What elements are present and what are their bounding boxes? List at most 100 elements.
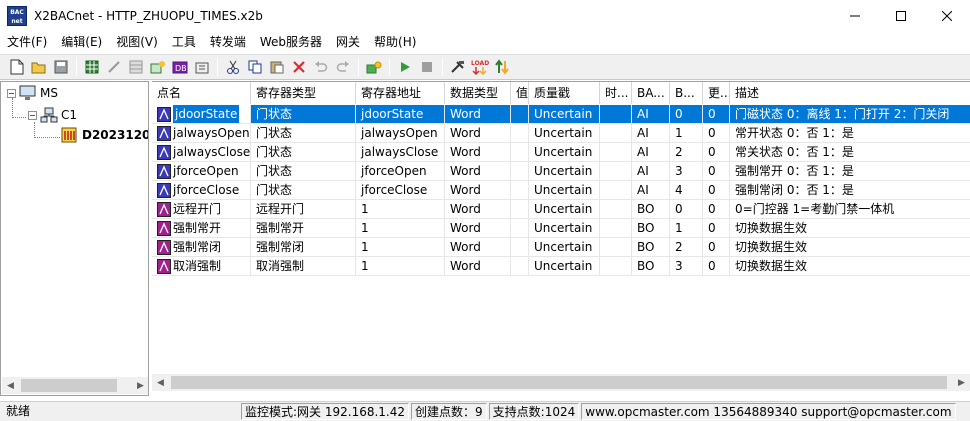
cell-reg-type: 门状态: [251, 162, 356, 181]
menu-web-server[interactable]: Web服务器: [253, 31, 329, 53]
delete-button[interactable]: [288, 56, 310, 78]
redo-button[interactable]: [332, 56, 354, 78]
cell-reg-addr: jforceClose: [356, 181, 445, 200]
minimize-button[interactable]: [832, 0, 878, 31]
cell-name: jforceClose: [152, 181, 251, 200]
cell-ba-type: AI: [632, 143, 670, 162]
tree-horizontal-scrollbar[interactable]: ◀ ▶: [2, 377, 148, 394]
points-grid[interactable]: 点名 寄存器类型 寄存器地址 数据类型 值 质量戳 时... BA... B..…: [152, 81, 970, 396]
cell-reg-addr: jalwaysClose: [356, 143, 445, 162]
paste-button[interactable]: [266, 56, 288, 78]
run-icon: [401, 62, 410, 72]
run-button[interactable]: [394, 56, 416, 78]
paste-icon: [270, 61, 284, 74]
db-button[interactable]: DB: [169, 56, 191, 78]
menu-edit[interactable]: 编辑(E): [54, 31, 109, 53]
menu-gateway[interactable]: 网关: [329, 31, 367, 53]
cell-time: [600, 124, 632, 143]
app-icon: BAC net: [7, 5, 27, 26]
cell-reg-addr: 1: [356, 257, 445, 276]
col-header-data-type[interactable]: 数据类型: [445, 82, 511, 104]
col-header-reg-addr[interactable]: 寄存器地址: [356, 82, 445, 104]
undo-button[interactable]: [310, 56, 332, 78]
menu-file[interactable]: 文件(F): [0, 31, 54, 53]
cell-value: [511, 143, 529, 162]
cell-ba-type: AI: [632, 124, 670, 143]
table-button[interactable]: [125, 56, 147, 78]
grid-horizontal-scrollbar[interactable]: ◀ ▶: [152, 374, 970, 391]
save-icon: [54, 60, 68, 74]
col-header-description[interactable]: 描述: [730, 82, 970, 104]
col-header-ba-instance[interactable]: B...: [670, 82, 703, 104]
col-header-ba-type[interactable]: BA...: [632, 82, 670, 104]
table-row[interactable]: 强制常开 强制常开 1 Word Uncertain BO 1 0 切换数据生效: [152, 219, 970, 238]
cell-data-type: Word: [445, 181, 511, 200]
scroll-right-icon[interactable]: ▶: [132, 377, 148, 394]
binary-output-icon: [157, 259, 171, 274]
scroll-left-icon[interactable]: ◀: [2, 377, 19, 394]
open-button[interactable]: [28, 56, 50, 78]
tree-node-channel[interactable]: − C1: [28, 106, 77, 124]
collapse-icon[interactable]: −: [7, 88, 16, 98]
tree-scroll-thumb[interactable]: [21, 379, 117, 392]
table-row[interactable]: 取消强制 取消强制 1 Word Uncertain BO 3 0 切换数据生效: [152, 257, 970, 276]
cell-name: jdoorState: [152, 105, 251, 124]
copy-button[interactable]: [244, 56, 266, 78]
status-ready: 就绪: [6, 404, 31, 418]
collapse-icon[interactable]: −: [28, 110, 37, 120]
cell-name: 取消强制: [152, 257, 251, 276]
point-name: 强制常开: [173, 221, 222, 235]
save-button[interactable]: [50, 56, 72, 78]
tree-node-device[interactable]: D2023120: [61, 126, 149, 144]
cell-reg-addr: jforceOpen: [356, 162, 445, 181]
cell-quality: Uncertain: [529, 162, 600, 181]
stop-button[interactable]: [416, 56, 438, 78]
cell-reg-type: 门状态: [251, 181, 356, 200]
scroll-left-icon[interactable]: ◀: [152, 374, 169, 391]
tools-button[interactable]: [447, 56, 469, 78]
tree-node-root[interactable]: − MS: [7, 84, 58, 102]
close-button[interactable]: [924, 0, 970, 31]
svg-text:DB: DB: [175, 64, 187, 73]
cut-button[interactable]: [222, 56, 244, 78]
wand-button[interactable]: [103, 56, 125, 78]
col-header-update[interactable]: 更...: [703, 82, 730, 104]
grid-icon: [85, 60, 99, 74]
menu-view[interactable]: 视图(V): [109, 31, 165, 53]
cell-reg-addr: jdoorState: [356, 105, 445, 124]
maximize-button[interactable]: [878, 0, 924, 31]
table-row[interactable]: jforceOpen 门状态 jforceOpen Word Uncertain AI 3 0…: [152, 162, 970, 181]
add-device-button[interactable]: [147, 56, 169, 78]
table-row[interactable]: jdoorState 门状态 jdoorState Word Uncertain AI 0 0…: [152, 105, 970, 124]
tree-device-label: D2023120: [82, 128, 149, 142]
scroll-right-icon[interactable]: ▶: [953, 374, 970, 391]
menu-help[interactable]: 帮助(H): [367, 31, 423, 53]
table-row[interactable]: 远程开门 远程开门 1 Word Uncertain BO 0 0 0=门控器 1=考勤门禁一体…: [152, 200, 970, 219]
col-header-time[interactable]: 时...: [600, 82, 632, 104]
cell-reg-type: 门状态: [251, 124, 356, 143]
new-file-button[interactable]: [6, 56, 28, 78]
export-button[interactable]: [191, 56, 213, 78]
grid-button[interactable]: [81, 56, 103, 78]
table-row[interactable]: jalwaysClose 门状态 jalwaysClose Word Uncertain…: [152, 143, 970, 162]
col-header-reg-type[interactable]: 寄存器类型: [251, 82, 356, 104]
monitor-button[interactable]: [363, 56, 385, 78]
grid-scroll-thumb[interactable]: [171, 376, 947, 389]
table-row[interactable]: jalwaysOpen 门状态 jalwaysOpen Word Uncertain AI…: [152, 124, 970, 143]
cell-description: 切换数据生效: [730, 238, 970, 257]
col-header-quality[interactable]: 质量戳: [529, 82, 600, 104]
menu-forwarder[interactable]: 转发端: [203, 31, 253, 53]
cell-reg-type: 强制常开: [251, 219, 356, 238]
table-row[interactable]: 强制常闭 强制常闭 1 Word Uncertain BO 2 0 切换数据生效: [152, 238, 970, 257]
cell-description: 切换数据生效: [730, 219, 970, 238]
load-button[interactable]: LOAD: [469, 56, 491, 78]
transfer-icon: [495, 59, 509, 75]
table-row[interactable]: jforceClose 门状态 jforceClose Word Uncertain AI…: [152, 181, 970, 200]
col-header-name[interactable]: 点名: [152, 82, 251, 104]
col-header-value[interactable]: 值: [511, 82, 529, 104]
title-bar[interactable]: BAC net X2BACnet - HTTP_ZHUOPU_TIMES.x2b: [0, 0, 970, 31]
cell-description: 0=门控器 1=考勤门禁一体机: [730, 200, 970, 219]
transfer-button[interactable]: [491, 56, 513, 78]
menu-tools[interactable]: 工具: [165, 31, 203, 53]
device-tree[interactable]: − MS − C1 D2023120 ◀ ▶: [0, 81, 149, 396]
